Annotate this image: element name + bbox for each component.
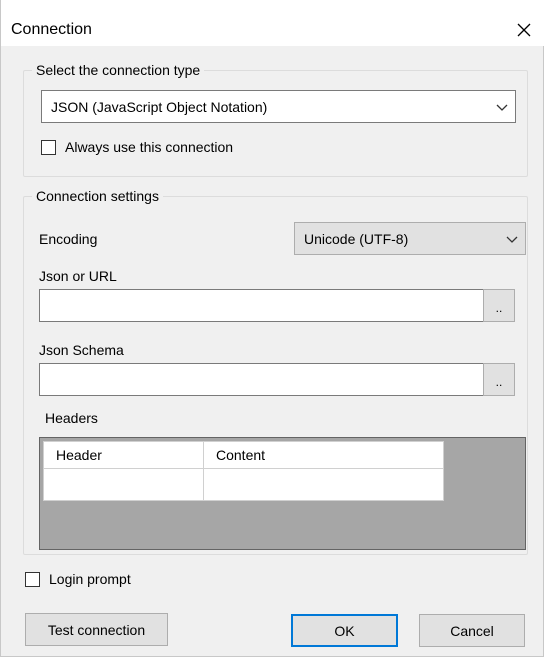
- json-url-input[interactable]: [39, 289, 484, 322]
- connection-dialog: Connection Select the connection type JS…: [0, 0, 544, 657]
- column-header[interactable]: Content: [203, 441, 444, 469]
- connection-type-select[interactable]: JSON (JavaScript Object Notation): [41, 90, 516, 123]
- connection-settings-legend: Connection settings: [32, 187, 163, 205]
- headers-label: Headers: [45, 410, 98, 426]
- chevron-down-icon: [496, 104, 508, 111]
- always-use-label: Always use this connection: [65, 139, 234, 155]
- encoding-select[interactable]: Unicode (UTF-8): [294, 222, 526, 255]
- test-connection-button[interactable]: Test connection: [25, 613, 168, 646]
- window-title: Connection: [11, 21, 92, 38]
- json-url-label: Json or URL: [39, 268, 117, 284]
- headers-table-header-row: Header Content: [43, 441, 444, 469]
- table-row[interactable]: [43, 468, 444, 501]
- encoding-value: Unicode (UTF-8): [304, 230, 409, 247]
- encoding-label: Encoding: [39, 231, 98, 247]
- json-schema-input[interactable]: [39, 363, 484, 396]
- json-schema-browse-button[interactable]: ..: [483, 363, 515, 396]
- login-prompt-label: Login prompt: [49, 571, 131, 587]
- chevron-down-icon: [506, 236, 518, 243]
- headers-table: Header Content: [43, 441, 444, 501]
- close-button[interactable]: [508, 14, 540, 46]
- json-schema-label: Json Schema: [39, 342, 124, 358]
- table-cell[interactable]: [203, 468, 444, 501]
- close-icon: [517, 23, 531, 37]
- always-use-checkbox[interactable]: [41, 139, 56, 155]
- headers-grid[interactable]: Header Content: [39, 437, 526, 550]
- ok-button[interactable]: OK: [291, 614, 398, 647]
- cancel-button[interactable]: Cancel: [419, 614, 525, 647]
- always-use-row[interactable]: Always use this connection: [41, 139, 233, 155]
- json-url-browse-button[interactable]: ..: [483, 289, 515, 322]
- login-prompt-row[interactable]: Login prompt: [25, 571, 131, 587]
- connection-type-group: Select the connection type: [23, 61, 528, 177]
- login-prompt-checkbox[interactable]: [25, 571, 40, 587]
- column-header[interactable]: Header: [43, 441, 204, 469]
- title-bar[interactable]: Connection: [1, 0, 544, 46]
- connection-type-value: JSON (JavaScript Object Notation): [51, 98, 268, 115]
- connection-type-legend: Select the connection type: [32, 61, 205, 79]
- table-cell[interactable]: [43, 468, 204, 501]
